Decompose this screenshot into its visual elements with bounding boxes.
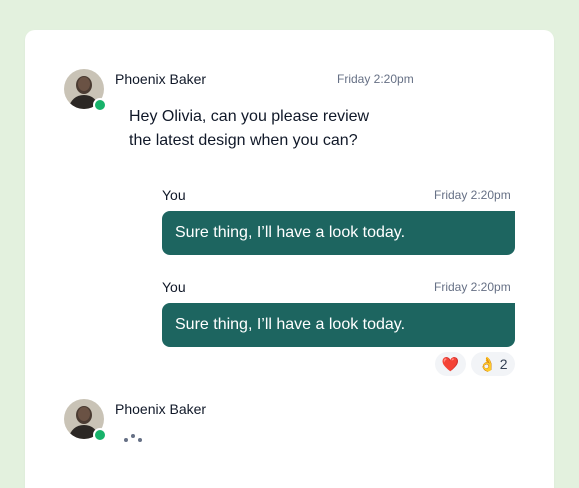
typing-dot — [131, 434, 135, 438]
incoming-message-line: the latest design when you can? — [129, 132, 358, 149]
incoming-message-line: Hey Olivia, can you please review — [129, 108, 370, 125]
message-time: Friday 2:20pm — [337, 72, 414, 86]
sender-name: Phoenix Baker — [115, 401, 207, 417]
chat-card: Phoenix Baker Friday 2:20pm Hey Olivia, … — [25, 30, 554, 488]
reaction-ok-hand[interactable]: 👌 2 — [471, 352, 515, 376]
message-time: Friday 2:20pm — [434, 280, 511, 294]
avatar[interactable] — [64, 69, 107, 112]
typing-indicator — [124, 432, 148, 444]
incoming-message: Hey Olivia, can you please review the la… — [129, 105, 419, 153]
typing-dot — [124, 438, 128, 442]
reaction-count: 2 — [499, 356, 508, 372]
online-status-indicator — [93, 98, 107, 112]
message-time: Friday 2:20pm — [434, 188, 511, 202]
avatar[interactable] — [64, 399, 107, 442]
outgoing-message-bubble[interactable]: Sure thing, I’ll have a look today. — [162, 303, 515, 347]
ok-hand-icon: 👌 — [478, 356, 496, 372]
heart-icon: ❤️ — [441, 356, 460, 372]
sender-name: You — [162, 279, 186, 295]
sender-name: You — [162, 187, 186, 203]
reaction-heart[interactable]: ❤️ — [435, 352, 466, 376]
online-status-indicator — [93, 428, 107, 442]
outgoing-message-bubble[interactable]: Sure thing, I’ll have a look today. — [162, 211, 515, 255]
sender-name: Phoenix Baker — [115, 71, 207, 87]
typing-dot — [138, 438, 142, 442]
